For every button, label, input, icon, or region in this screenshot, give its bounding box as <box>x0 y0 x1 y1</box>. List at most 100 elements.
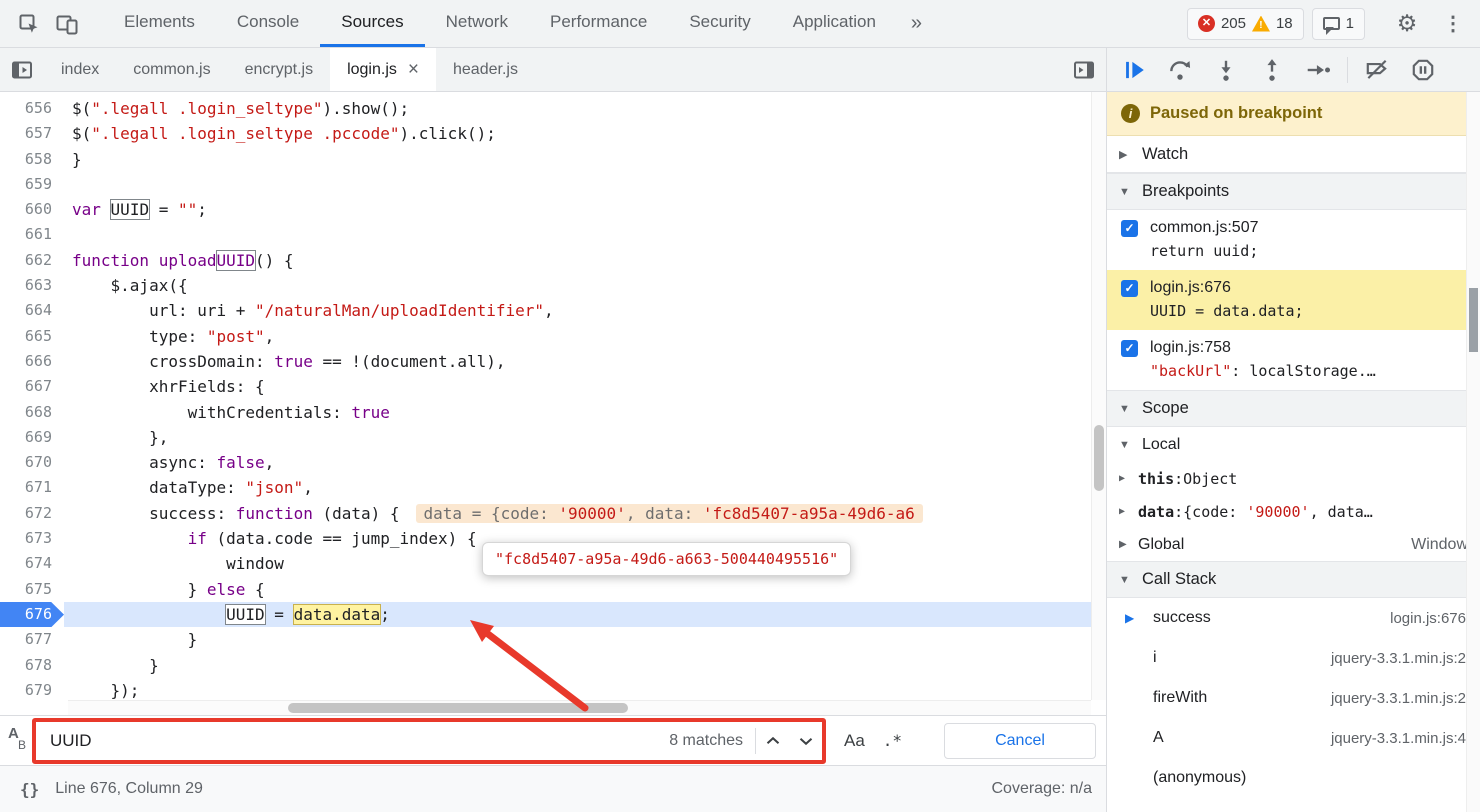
cancel-button[interactable]: Cancel <box>944 723 1096 759</box>
tab-network[interactable]: Network <box>425 0 529 47</box>
code-line[interactable]: 656$(".legall .login_seltype").show(); <box>0 96 1106 121</box>
code-editor[interactable]: 656$(".legall .login_seltype").show();65… <box>0 92 1106 715</box>
tab-application[interactable]: Application <box>772 0 897 47</box>
code-line[interactable]: 676 UUID = data.data; <box>0 602 1106 627</box>
callstack-frame[interactable]: ▶successlogin.js:676 <box>1107 598 1480 638</box>
line-number[interactable]: 671 <box>0 475 64 500</box>
line-number[interactable]: 673 <box>0 526 64 551</box>
file-tab-index[interactable]: index <box>44 48 116 91</box>
code-line[interactable]: 668 withCredentials: true <box>0 400 1106 425</box>
callstack-frame[interactable]: (anonymous) <box>1107 758 1480 798</box>
tab-sources[interactable]: Sources <box>320 0 424 47</box>
code-line[interactable]: 663 $.ajax({ <box>0 273 1106 298</box>
settings-gear-icon[interactable]: ⚙ <box>1388 5 1426 43</box>
scope-entry[interactable]: ▶data: {code: '90000', data… <box>1107 495 1480 528</box>
scrollbar-thumb[interactable] <box>1094 425 1104 491</box>
sidebar-scrollbar[interactable] <box>1466 92 1480 812</box>
code-line[interactable]: 662function uploadUUID() { <box>0 248 1106 273</box>
line-number[interactable]: 657 <box>0 121 64 146</box>
line-number[interactable]: 672 <box>0 501 64 526</box>
previous-match-button[interactable] <box>756 723 789 759</box>
breakpoint-item[interactable]: ✓login.js:676UUID = data.data; <box>1107 270 1480 330</box>
scope-global-row[interactable]: ▶ Global Window <box>1107 528 1480 561</box>
line-number[interactable]: 669 <box>0 425 64 450</box>
code-line[interactable]: 660var UUID = ""; <box>0 197 1106 222</box>
line-number[interactable]: 676 <box>0 602 64 627</box>
scope-local-header[interactable]: ▼ Local <box>1107 427 1480 462</box>
callstack-frame[interactable]: fireWithjquery-3.3.1.min.js:2 <box>1107 678 1480 718</box>
scope-entry[interactable]: ▶this: Object <box>1107 462 1480 495</box>
step-into-button[interactable] <box>1203 51 1249 89</box>
code-line[interactable]: 677 } <box>0 627 1106 652</box>
console-messages-badge[interactable]: 1 <box>1312 8 1365 40</box>
line-number[interactable]: 666 <box>0 349 64 374</box>
editor-vertical-scrollbar[interactable] <box>1091 92 1106 700</box>
chevron-right-icon[interactable]: ▶ <box>1119 506 1132 517</box>
step-button[interactable] <box>1295 51 1341 89</box>
watch-section-header[interactable]: ▶ Watch <box>1107 136 1480 173</box>
chevron-right-icon[interactable]: ▶ <box>1119 473 1132 484</box>
code-line[interactable]: 666 crossDomain: true == !(document.all)… <box>0 349 1106 374</box>
tab-performance[interactable]: Performance <box>529 0 668 47</box>
line-number[interactable]: 665 <box>0 324 64 349</box>
step-over-button[interactable] <box>1157 51 1203 89</box>
line-number[interactable]: 668 <box>0 400 64 425</box>
device-toolbar-button[interactable] <box>48 5 86 43</box>
line-number[interactable]: 662 <box>0 248 64 273</box>
line-number[interactable]: 664 <box>0 298 64 323</box>
callstack-frame[interactable]: Ajquery-3.3.1.min.js:4 <box>1107 718 1480 758</box>
file-tab-login.js[interactable]: login.js× <box>330 48 436 91</box>
line-number[interactable]: 674 <box>0 551 64 576</box>
code-line[interactable]: 661 <box>0 222 1106 247</box>
line-number[interactable]: 679 <box>0 678 64 703</box>
console-errors-badge[interactable]: ✕ 205 ! 18 <box>1187 8 1304 40</box>
scrollbar-thumb[interactable] <box>1469 288 1478 352</box>
line-number[interactable]: 661 <box>0 222 64 247</box>
more-tabs-icon[interactable]: » <box>897 0 936 47</box>
code-line[interactable]: 657$(".legall .login_seltype .pccode").c… <box>0 121 1106 146</box>
code-line[interactable]: 658} <box>0 147 1106 172</box>
line-number[interactable]: 660 <box>0 197 64 222</box>
line-number[interactable]: 667 <box>0 374 64 399</box>
code-line[interactable]: 664 url: uri + "/naturalMan/uploadIdenti… <box>0 298 1106 323</box>
code-line[interactable]: 671 dataType: "json", <box>0 475 1106 500</box>
code-line[interactable]: 659 <box>0 172 1106 197</box>
code-line[interactable]: 667 xhrFields: { <box>0 374 1106 399</box>
file-tab-header.js[interactable]: header.js <box>436 48 535 91</box>
breakpoints-section-header[interactable]: ▼ Breakpoints <box>1107 173 1480 210</box>
line-number[interactable]: 670 <box>0 450 64 475</box>
scope-section-header[interactable]: ▼ Scope <box>1107 390 1480 427</box>
callstack-frame[interactable]: ijquery-3.3.1.min.js:2 <box>1107 638 1480 678</box>
line-number[interactable]: 675 <box>0 577 64 602</box>
search-input[interactable] <box>36 722 657 760</box>
kebab-menu-icon[interactable]: ⋮ <box>1434 5 1472 43</box>
line-number[interactable]: 658 <box>0 147 64 172</box>
line-number[interactable]: 656 <box>0 96 64 121</box>
show-right-panel-button[interactable] <box>1062 48 1106 91</box>
inspect-element-button[interactable] <box>10 5 48 43</box>
code-line[interactable]: 670 async: false, <box>0 450 1106 475</box>
tab-elements[interactable]: Elements <box>103 0 216 47</box>
line-number[interactable]: 678 <box>0 653 64 678</box>
tab-security[interactable]: Security <box>668 0 771 47</box>
code-line[interactable]: 678 } <box>0 653 1106 678</box>
breakpoint-item[interactable]: ✓login.js:758"backUrl": localStorage.… <box>1107 330 1480 390</box>
file-tab-common.js[interactable]: common.js <box>116 48 227 91</box>
line-number[interactable]: 663 <box>0 273 64 298</box>
show-navigator-button[interactable] <box>0 48 44 91</box>
breakpoint-checkbox[interactable]: ✓ <box>1121 220 1138 237</box>
coverage-status[interactable]: Coverage: n/a <box>991 780 1092 798</box>
line-number[interactable]: 659 <box>0 172 64 197</box>
breakpoint-item[interactable]: ✓common.js:507return uuid; <box>1107 210 1480 270</box>
pause-on-exceptions-button[interactable] <box>1400 51 1446 89</box>
match-case-button[interactable]: Aa <box>844 731 865 751</box>
code-line[interactable]: 672 success: function (data) {data = {co… <box>0 501 1106 526</box>
code-line[interactable]: 665 type: "post", <box>0 324 1106 349</box>
deactivate-breakpoints-button[interactable] <box>1354 51 1400 89</box>
breakpoint-checkbox[interactable]: ✓ <box>1121 340 1138 357</box>
code-line[interactable]: 669 }, <box>0 425 1106 450</box>
scrollbar-thumb[interactable] <box>288 703 628 713</box>
next-match-button[interactable] <box>789 723 822 759</box>
line-number[interactable]: 677 <box>0 627 64 652</box>
step-out-button[interactable] <box>1249 51 1295 89</box>
